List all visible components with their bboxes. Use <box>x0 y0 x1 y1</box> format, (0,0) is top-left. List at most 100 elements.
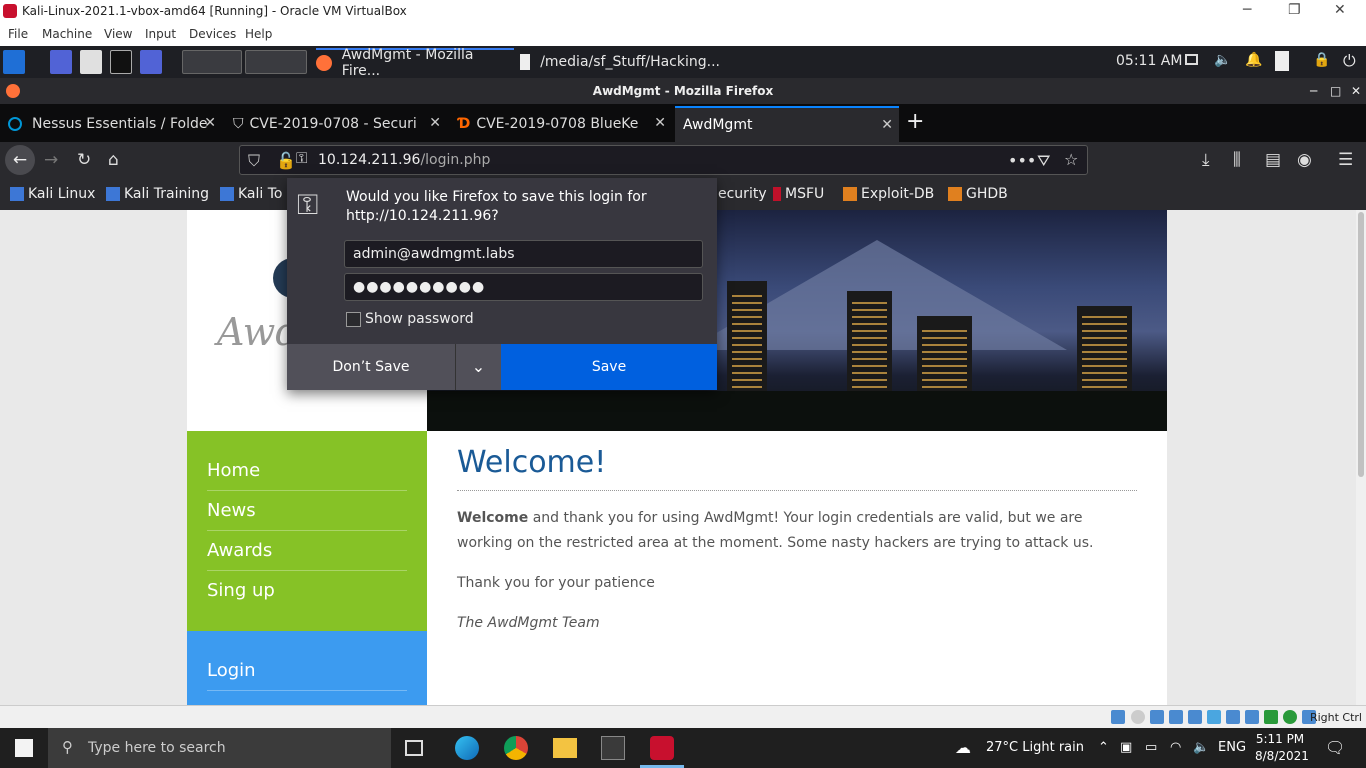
tracking-shield-icon[interactable]: ⛉ <box>248 151 260 171</box>
display-icon[interactable] <box>1185 54 1198 65</box>
workspace-1[interactable] <box>182 50 242 74</box>
tab-close-icon[interactable]: ✕ <box>429 115 441 131</box>
clock[interactable]: 05:11 AM <box>1116 53 1182 69</box>
menu-input[interactable]: Input <box>145 27 176 41</box>
maximize-icon[interactable]: □ <box>1330 78 1341 104</box>
chrome-icon[interactable] <box>504 736 528 760</box>
insecure-lock-icon[interactable]: 🔓 <box>276 151 296 170</box>
security-icon[interactable]: ▣ <box>1120 740 1132 755</box>
taskbar-clock[interactable]: 5:11 PM 8/8/2021 <box>1255 731 1309 765</box>
task-view-icon[interactable] <box>405 740 423 756</box>
nav-home[interactable]: Home <box>207 451 407 491</box>
hamburger-menu-icon[interactable]: ☰ <box>1338 150 1353 170</box>
bookmark-exploit-db[interactable]: Exploit-DB <box>843 186 934 202</box>
page-scrollbar[interactable] <box>1356 210 1366 705</box>
menu-machine[interactable]: Machine <box>42 27 92 41</box>
bookmark-star-icon[interactable]: ☆ <box>1064 150 1078 169</box>
home-icon[interactable]: ⌂ <box>108 150 119 170</box>
nav-sign-up[interactable]: Sing up <box>207 571 407 611</box>
wifi-icon[interactable]: ◠ <box>1170 740 1181 755</box>
weather-text[interactable]: 27°C Light rain <box>986 740 1084 755</box>
pocket-icon[interactable]: ⛛ <box>1037 151 1050 171</box>
scrollbar-thumb[interactable] <box>1358 212 1364 477</box>
usb-icon[interactable] <box>1188 710 1202 724</box>
power-manager-icon[interactable] <box>1275 51 1289 71</box>
task-folder[interactable]: /media/sf_Stuff/Hacking... <box>520 48 720 76</box>
show-hidden-icons[interactable]: ⌃ <box>1098 740 1109 755</box>
windows-search-box[interactable]: ⚲ Type here to search <box>48 728 391 768</box>
tab-close-icon[interactable]: ✕ <box>654 115 666 131</box>
menu-devices[interactable]: Devices <box>189 27 236 41</box>
show-password-checkbox[interactable] <box>346 311 361 327</box>
volume-icon[interactable]: 🔈 <box>1214 52 1231 68</box>
kali-menu-icon[interactable] <box>3 50 25 74</box>
nav-news[interactable]: News <box>207 491 407 531</box>
windows-start-icon[interactable] <box>15 739 33 757</box>
file-manager-icon[interactable] <box>80 50 102 74</box>
input-language[interactable]: ENG <box>1218 740 1246 755</box>
close-icon[interactable]: ✕ <box>1351 78 1361 104</box>
downloads-icon[interactable]: ⤓ <box>1202 150 1210 170</box>
optical-drive-icon[interactable] <box>1131 710 1145 724</box>
username-field[interactable]: admin@awdmgmt.labs <box>344 240 703 268</box>
network-icon[interactable] <box>1169 710 1183 724</box>
nav-awards[interactable]: Awards <box>207 531 407 571</box>
menu-view[interactable]: View <box>104 27 132 41</box>
reload-icon[interactable]: ↻ <box>77 150 91 170</box>
bookmark-security[interactable]: ecurity <box>718 186 767 202</box>
display-icon[interactable] <box>1226 710 1240 724</box>
forward-icon[interactable]: → <box>44 150 58 170</box>
terminal-icon[interactable] <box>110 50 132 74</box>
bookmark-kali-training[interactable]: Kali Training <box>106 186 209 202</box>
shared-folders-icon[interactable] <box>1207 710 1221 724</box>
show-password-toggle[interactable]: Show password <box>346 311 474 327</box>
notification-bell-icon[interactable]: 🔔 <box>1245 52 1262 68</box>
url-text[interactable]: 10.124.211.96/login.php <box>318 152 490 168</box>
menu-file[interactable]: File <box>8 27 28 41</box>
workspace-2[interactable] <box>245 50 307 74</box>
speaker-icon[interactable]: 🔈 <box>1193 740 1209 755</box>
sidebar-icon[interactable]: ▤ <box>1265 150 1281 170</box>
save-options-dropdown[interactable]: ⌄ <box>455 344 501 390</box>
menu-help[interactable]: Help <box>245 27 272 41</box>
power-icon[interactable]: ⏻ <box>1343 51 1356 71</box>
cpu-icon[interactable] <box>1264 710 1278 724</box>
edge-icon[interactable] <box>455 736 479 760</box>
action-center-icon[interactable]: 🗨 <box>1325 738 1345 757</box>
close-icon[interactable]: ✕ <box>1334 2 1346 18</box>
task-firefox[interactable]: AwdMgmt - Mozilla Fire... <box>316 47 514 79</box>
tab-nessus[interactable]: Nessus Essentials / Folde ✕ <box>0 106 222 142</box>
tab-close-icon[interactable]: ✕ <box>204 115 216 131</box>
account-icon[interactable]: ◉ <box>1297 150 1312 170</box>
dont-save-button[interactable]: Don’t Save <box>287 344 455 390</box>
powershell-icon[interactable] <box>601 736 625 760</box>
password-field[interactable]: ●●●●●●●●●● <box>344 273 703 301</box>
nav-login[interactable]: Login <box>207 651 407 691</box>
show-desktop-icon[interactable] <box>50 50 72 74</box>
bookmark-kali-tools[interactable]: Kali To <box>220 186 282 202</box>
minimize-icon[interactable]: ─ <box>1310 78 1317 104</box>
new-tab-button[interactable]: + <box>906 109 924 134</box>
minimize-icon[interactable]: ─ <box>1243 2 1251 18</box>
lock-icon[interactable]: 🔒 <box>1313 52 1330 68</box>
mouse-integration-icon[interactable] <box>1283 710 1297 724</box>
tab-cve-security[interactable]: ⛉ CVE-2019-0708 - Securi ✕ <box>225 106 447 142</box>
virtualbox-icon[interactable] <box>650 736 674 760</box>
audio-icon[interactable] <box>1150 710 1164 724</box>
tab-close-icon[interactable]: ✕ <box>881 117 893 133</box>
url-bar[interactable]: ⛉ 🔓 ⚿ 10.124.211.96/login.php ••• ⛛ ☆ <box>239 145 1088 175</box>
screen-recorder-icon[interactable] <box>140 50 162 74</box>
back-button[interactable]: ← <box>5 145 35 175</box>
restore-icon[interactable]: ❐ <box>1288 2 1301 18</box>
battery-icon[interactable]: ▭ <box>1145 740 1157 755</box>
save-button[interactable]: Save <box>501 344 717 390</box>
page-actions-icon[interactable]: ••• <box>1008 151 1036 170</box>
library-icon[interactable]: ⫼ <box>1233 150 1241 170</box>
tab-cve-bluekeep[interactable]: Ɗ CVE-2019-0708 BlueKe ✕ <box>450 106 672 142</box>
bookmark-ghdb[interactable]: GHDB <box>948 186 1008 202</box>
bookmark-msfu[interactable]: MSFU <box>773 186 824 202</box>
recording-icon[interactable] <box>1245 710 1259 724</box>
tab-awdmgmt[interactable]: AwdMgmt ✕ <box>675 106 899 142</box>
weather-icon[interactable]: ☁ <box>955 738 971 757</box>
bookmark-kali-linux[interactable]: Kali Linux <box>10 186 95 202</box>
